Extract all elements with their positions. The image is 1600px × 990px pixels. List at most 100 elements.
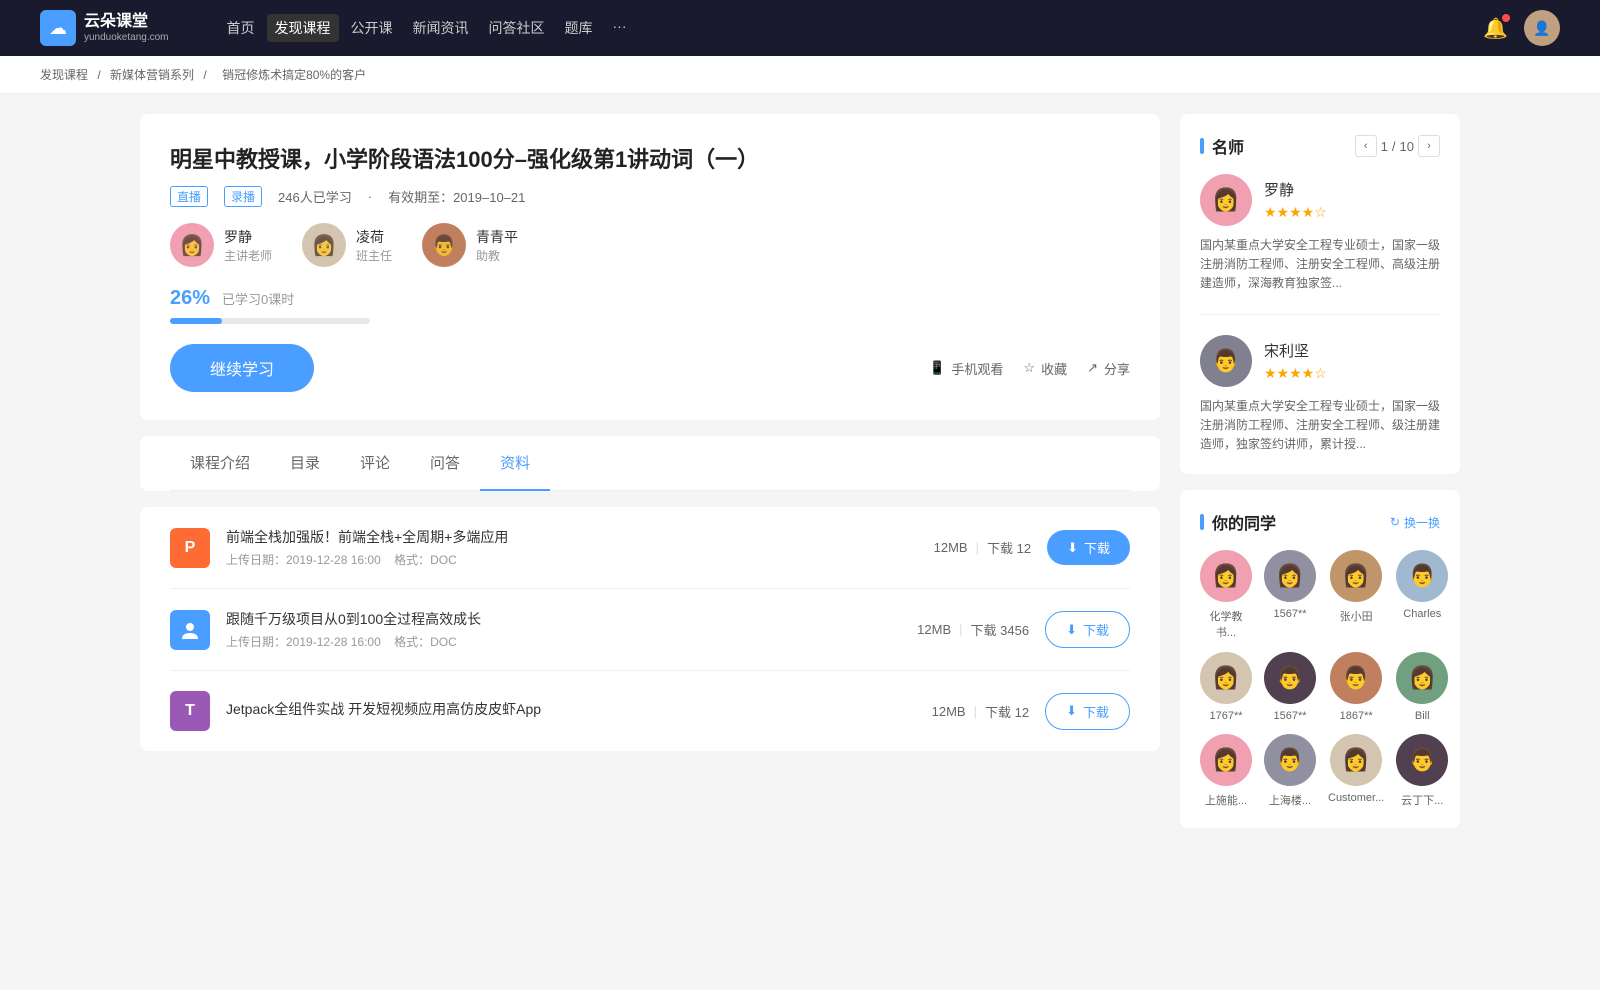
classmate-avatar-4[interactable]: 👩 (1200, 652, 1252, 704)
classmates-refresh-button[interactable]: ↻ 换一换 (1390, 514, 1440, 531)
instructor-info-2: 青青平 助教 (476, 227, 518, 264)
tab-qa[interactable]: 问答 (410, 436, 480, 491)
tabs-list: 课程介绍 目录 评论 问答 资料 (170, 436, 1130, 491)
classmate-item-9: 👨 上海楼... (1264, 734, 1316, 808)
resource-stats-1: 12MB | 下载 3456 (917, 620, 1029, 639)
teacher-avatar-1: 👨 (1200, 335, 1252, 387)
course-expire-date: 有效期至：2019–10–21 (388, 187, 525, 206)
user-file-icon (179, 619, 201, 641)
classmate-avatar-2[interactable]: 👩 (1330, 550, 1382, 602)
breadcrumb: 发现课程 / 新媒体营销系列 / 销冠修炼术搞定80%的客户 (0, 56, 1600, 94)
teachers-next-button[interactable]: › (1418, 135, 1440, 157)
classmate-item-10: 👩 Customer... (1328, 734, 1384, 808)
teachers-page-current: 1 (1381, 139, 1388, 154)
teacher-desc-1: 国内某重点大学安全工程专业硕士，国家一级注册消防工程师、注册安全工程师、级注册建… (1200, 397, 1440, 455)
collect-button[interactable]: ☆ 收藏 (1023, 359, 1067, 378)
course-title: 明星中教授课，小学阶段语法100分–强化级第1讲动词（一） (170, 142, 1130, 174)
resource-name-1: 跟随千万级项目从0到100全过程高效成长 (226, 609, 901, 629)
instructor-role-1: 班主任 (356, 247, 392, 264)
instructor-0: 👩 罗静 主讲老师 (170, 223, 272, 267)
breadcrumb-series[interactable]: 新媒体营销系列 (110, 68, 194, 82)
resource-stats-2: 12MB | 下载 12 (932, 702, 1029, 721)
nav-discover[interactable]: 发现课程 (267, 14, 339, 42)
teachers-prev-button[interactable]: ‹ (1355, 135, 1377, 157)
teachers-panel: 名师 ‹ 1 / 10 › 👩 罗静 ★★★★☆ (1180, 114, 1460, 474)
phone-icon: 📱 (929, 360, 945, 376)
teachers-title: 名师 (1200, 134, 1244, 158)
continue-learning-button[interactable]: 继续学习 (170, 344, 314, 392)
resource-stats-0: 12MB | 下载 12 (934, 538, 1031, 557)
progress-section: 26% 已学习0课时 (170, 287, 1130, 324)
classmate-avatar-11[interactable]: 👨 (1396, 734, 1448, 786)
download-button-2[interactable]: ⬇ 下载 (1045, 693, 1130, 730)
classmate-avatar-1[interactable]: 👩 (1264, 550, 1316, 602)
nav-quiz[interactable]: 题库 (557, 14, 601, 42)
classmate-name-5: 1567** (1273, 710, 1306, 722)
classmate-avatar-3[interactable]: 👨 (1396, 550, 1448, 602)
progress-bar-bg (170, 318, 370, 324)
nav-qa[interactable]: 问答社区 (481, 14, 553, 42)
classmate-name-4: 1767** (1209, 710, 1242, 722)
nav-news[interactable]: 新闻资讯 (405, 14, 477, 42)
classmate-avatar-7[interactable]: 👩 (1396, 652, 1448, 704)
classmate-avatar-0[interactable]: 👩 (1200, 550, 1252, 602)
nav-more[interactable]: ··· (605, 14, 635, 42)
classmates-title: 你的同学 (1200, 510, 1276, 534)
classmate-item-2: 👩 张小田 (1328, 550, 1384, 640)
header-right: 🔔 👤 (1483, 10, 1560, 46)
instructor-name-0: 罗静 (224, 227, 272, 247)
classmates-title-row: 你的同学 ↻ 换一换 (1200, 510, 1440, 534)
resource-list: P 前端全栈加强版！前端全栈+全周期+多端应用 上传日期：2019-12-28 … (140, 507, 1160, 751)
resource-downloads-0: 下载 12 (987, 538, 1031, 557)
classmate-name-3: Charles (1403, 608, 1441, 620)
classmate-avatar-9[interactable]: 👨 (1264, 734, 1316, 786)
notification-dot (1502, 14, 1510, 22)
teacher-meta-1: 宋利坚 ★★★★☆ (1264, 340, 1327, 382)
notification-bell[interactable]: 🔔 (1483, 16, 1508, 41)
header: ☁ 云朵课堂 yunduoketang.com 首页 发现课程 公开课 新闻资讯… (0, 0, 1600, 56)
nav-home[interactable]: 首页 (219, 14, 263, 42)
resource-meta-1: 上传日期：2019-12-28 16:00 格式：DOC (226, 633, 901, 650)
share-button[interactable]: ↗ 分享 (1087, 359, 1130, 378)
classmate-item-3: 👨 Charles (1396, 550, 1448, 640)
teacher-desc-0: 国内某重点大学安全工程专业硕士，国家一级注册消防工程师、注册安全工程师、高级注册… (1200, 236, 1440, 294)
resource-icon-1 (170, 610, 210, 650)
instructor-name-1: 凌荷 (356, 227, 392, 247)
classmate-avatar-8[interactable]: 👩 (1200, 734, 1252, 786)
download-button-0[interactable]: ⬇ 下载 (1047, 530, 1130, 565)
resource-item-0: P 前端全栈加强版！前端全栈+全周期+多端应用 上传日期：2019-12-28 … (170, 507, 1130, 589)
download-button-1[interactable]: ⬇ 下载 (1045, 611, 1130, 648)
logo-icon: ☁ (40, 10, 76, 46)
progress-bar-fill (170, 318, 222, 324)
logo[interactable]: ☁ 云朵课堂 yunduoketang.com (40, 10, 169, 46)
classmate-item-6: 👨 1867** (1328, 652, 1384, 722)
tab-intro[interactable]: 课程介绍 (170, 436, 270, 491)
user-avatar-header[interactable]: 👤 (1524, 10, 1560, 46)
teacher-item-1: 👨 宋利坚 ★★★★☆ 国内某重点大学安全工程专业硕士，国家一级注册消防工程师、… (1200, 335, 1440, 455)
tab-catalog[interactable]: 目录 (270, 436, 340, 491)
classmate-name-9: 上海楼... (1269, 792, 1311, 808)
teacher-stars-1: ★★★★☆ (1264, 365, 1327, 382)
instructor-info-0: 罗静 主讲老师 (224, 227, 272, 264)
breadcrumb-discover[interactable]: 发现课程 (40, 68, 88, 82)
resource-info-0: 前端全栈加强版！前端全栈+全周期+多端应用 上传日期：2019-12-28 16… (226, 527, 918, 568)
resource-icon-2: T (170, 691, 210, 731)
classmate-avatar-10[interactable]: 👩 (1330, 734, 1382, 786)
download-icon-0: ⬇ (1067, 540, 1078, 556)
phone-watch-button[interactable]: 📱 手机观看 (929, 359, 1003, 378)
resource-item-2: T Jetpack全组件实战 开发短视频应用高仿皮皮虾App 12MB | 下载… (170, 671, 1130, 751)
course-meta: 直播 录播 246人已学习 · 有效期至：2019–10–21 (170, 186, 1130, 207)
content-left: 明星中教授课，小学阶段语法100分–强化级第1讲动词（一） 直播 录播 246人… (140, 114, 1160, 844)
nav-public[interactable]: 公开课 (343, 14, 401, 42)
resource-meta-0: 上传日期：2019-12-28 16:00 格式：DOC (226, 551, 918, 568)
tab-resources[interactable]: 资料 (480, 436, 550, 491)
instructor-name-2: 青青平 (476, 227, 518, 247)
classmate-avatar-6[interactable]: 👨 (1330, 652, 1382, 704)
classmate-avatar-5[interactable]: 👨 (1264, 652, 1316, 704)
course-students: 246人已学习 (278, 187, 352, 206)
tab-review[interactable]: 评论 (340, 436, 410, 491)
instructor-avatar-1: 👩 (302, 223, 346, 267)
teacher-name-1: 宋利坚 (1264, 340, 1327, 361)
instructor-1: 👩 凌荷 班主任 (302, 223, 392, 267)
classmate-name-11: 云丁下... (1401, 792, 1443, 808)
